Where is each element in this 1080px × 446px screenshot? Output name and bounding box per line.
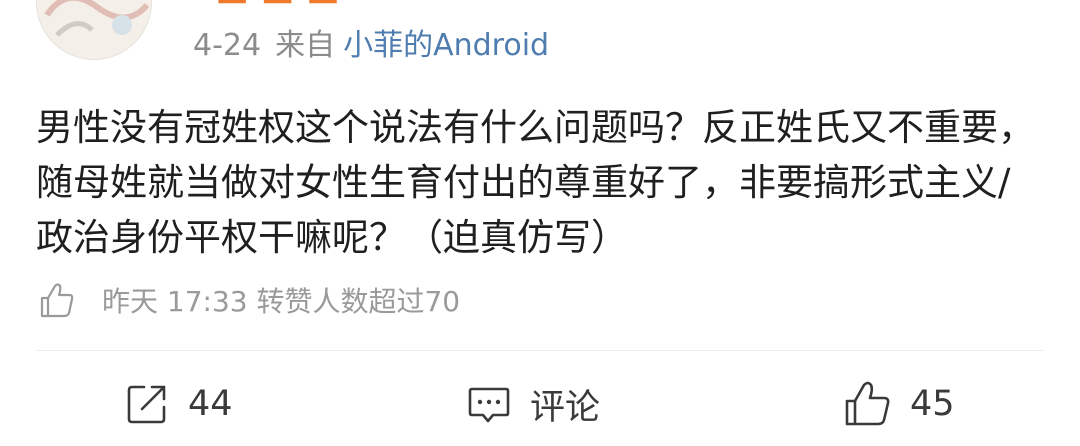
post-meta: 4-24 来自 小菲的Android — [193, 26, 549, 66]
liked-info-row: 昨天 17:33 转赞人数超过70 — [36, 278, 460, 322]
like-icon — [845, 381, 890, 426]
weibo-post: ▬ ▬ ▬ 4-24 来自小菲的Android 男性没有冠姓权这个说法有什么问题吗… — [0, 0, 1080, 446]
source-label: 来自 — [275, 28, 336, 63]
like-button[interactable]: 45 — [842, 372, 955, 436]
repost-button[interactable]: 44 — [124, 372, 233, 436]
post-date: 4-24 — [193, 28, 262, 63]
username-fragment[interactable]: ▬ ▬ ▬ — [215, 0, 340, 15]
thumb-up-icon — [40, 283, 74, 318]
comment-button[interactable]: 评论 — [466, 372, 600, 436]
source-device-link[interactable]: 小菲的Android — [343, 28, 549, 63]
post-content: 男性没有冠姓权这个说法有什么问题吗？反正姓氏又不重要，随母姓就当做对女性生育付出… — [36, 106, 1035, 259]
comment-label: 评论 — [530, 387, 601, 428]
share-icon — [127, 385, 166, 424]
comment-icon — [468, 387, 510, 423]
avatar-illustration — [37, 0, 151, 59]
avatar[interactable] — [36, 0, 152, 60]
liked-info-text: 昨天 17:33 转赞人数超过70 — [102, 285, 461, 318]
action-bar: 44 评论 45 — [0, 372, 1080, 436]
divider — [36, 350, 1044, 351]
like-count: 45 — [910, 384, 955, 424]
repost-count: 44 — [188, 384, 233, 424]
